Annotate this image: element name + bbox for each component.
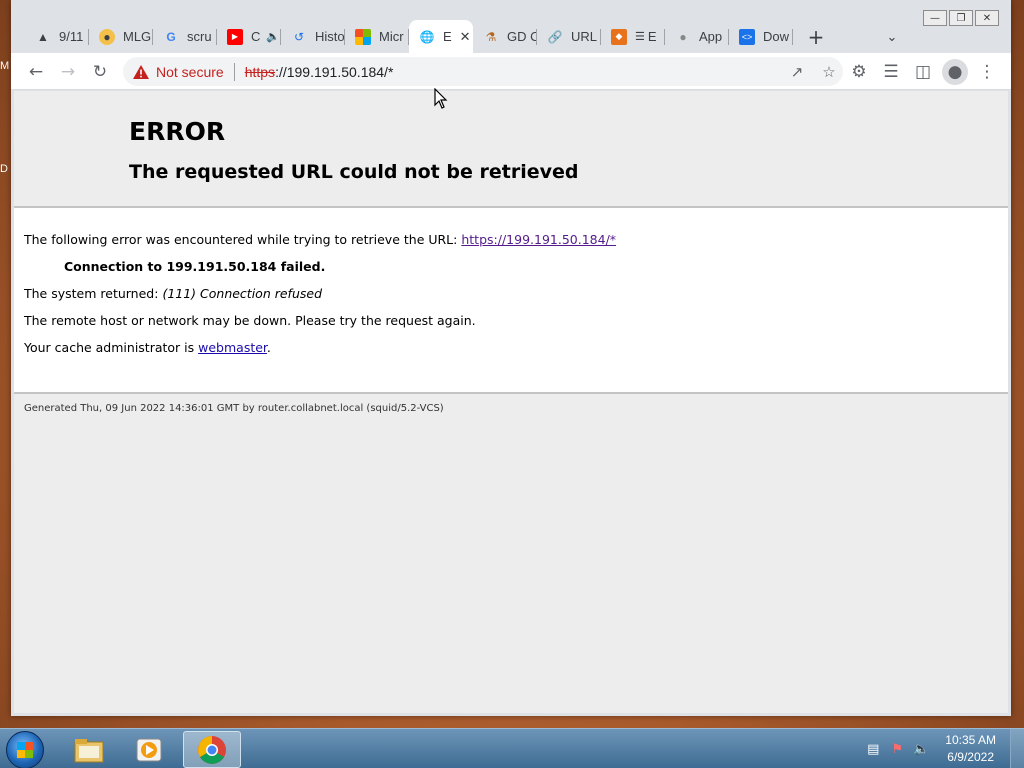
tab-mlg[interactable]: ● MLG: [89, 20, 153, 53]
side-panel-icon[interactable]: ◫: [910, 59, 936, 85]
tab-google[interactable]: G scru: [153, 20, 217, 53]
cache-admin-line: Your cache administrator is webmaster.: [24, 340, 271, 355]
action-center-icon[interactable]: ⚑: [888, 740, 906, 758]
show-desktop-button[interactable]: [1010, 729, 1024, 768]
system-tray: ▤ ⚑ 🔈 10:35 AM 6/9/2022: [861, 729, 1024, 768]
volume-icon[interactable]: 🔈: [912, 740, 930, 758]
error-banner: ERROR The requested URL could not be ret…: [14, 91, 1008, 208]
tab-microsoft[interactable]: Micr: [345, 20, 409, 53]
tab-label: scru: [187, 29, 212, 44]
chrome-icon[interactable]: [183, 731, 241, 768]
microsoft-icon: [355, 28, 371, 45]
youtube-icon: ▶: [227, 28, 243, 45]
tab-label: GD C: [507, 29, 537, 44]
tab-label: App: [699, 29, 723, 44]
tab-label: URL: [571, 29, 598, 44]
cache-admin-suffix: .: [266, 340, 271, 355]
tab-label: MLG: [123, 29, 152, 44]
system-returned-line: The system returned: (111) Connection re…: [24, 286, 322, 301]
url-divider: [233, 62, 235, 81]
tab-apple[interactable]: ● App: [665, 20, 729, 53]
page-footer: Generated Thu, 09 Jun 2022 14:36:01 GMT …: [14, 392, 1008, 713]
tab-label: C: [251, 29, 261, 44]
tab-label: Dow: [763, 29, 790, 44]
tab-downloads[interactable]: <> Dow: [729, 20, 793, 53]
webmaster-link[interactable]: webmaster: [198, 340, 267, 355]
tab-label: 9/11: [59, 29, 84, 44]
tab-label: E: [647, 29, 657, 44]
forward-icon[interactable]: →: [55, 59, 81, 85]
clock[interactable]: 10:35 AM 6/9/2022: [945, 732, 996, 766]
clock-time: 10:35 AM: [945, 733, 996, 747]
link-icon: 🔗: [547, 29, 563, 44]
connection-failed-text: Connection to 199.191.50.184 failed.: [64, 259, 326, 274]
address-bar[interactable]: Not secure https://199.191.50.184/* ↗ ☆: [123, 57, 843, 86]
clock-date: 6/9/2022: [947, 750, 994, 764]
tab-label: Micr: [379, 29, 404, 44]
start-button[interactable]: [6, 731, 44, 768]
requested-url-link[interactable]: https://199.191.50.184/*: [461, 232, 616, 247]
tab-9-11[interactable]: ▲ 9/11: [25, 20, 89, 53]
error-line-url-text: The following error was encountered whil…: [24, 232, 458, 247]
taskbar: ▤ ⚑ 🔈 10:35 AM 6/9/2022: [0, 728, 1024, 768]
new-tab-icon[interactable]: +: [803, 24, 829, 50]
share-icon[interactable]: ↗: [787, 62, 807, 82]
toolbar: ← → ↻ Not secure https://199.191.50.184/…: [11, 53, 1011, 90]
close-tab-icon[interactable]: ✕: [460, 29, 471, 45]
tab-gd[interactable]: ⚗ GD C: [473, 20, 537, 53]
tab-history[interactable]: ↺ Histo: [281, 20, 345, 53]
footer-text: Generated Thu, 09 Jun 2022 14:36:01 GMT …: [24, 403, 444, 414]
apple-icon: ●: [679, 29, 687, 44]
url-host: ://199.191.50.184/*: [275, 63, 394, 80]
badge-icon: ◆: [611, 28, 627, 45]
speaker-icon[interactable]: 🔈: [266, 30, 280, 43]
page-subtitle: The requested URL could not be retrieved: [129, 161, 579, 183]
page-title: ERROR: [129, 117, 226, 146]
profile-avatar-icon[interactable]: ●: [942, 59, 968, 85]
tower-icon: ▲: [37, 29, 49, 44]
cache-admin-label: Your cache administrator is: [24, 340, 195, 355]
page-content: ERROR The requested URL could not be ret…: [14, 91, 1008, 713]
google-icon: G: [166, 29, 176, 44]
browser-window: — ❐ ✕ ▲ 9/11 ● MLG G scru ▶ C 🔈 ↺ Histo …: [11, 0, 1011, 716]
url-scheme: https: [244, 63, 276, 80]
network-icon[interactable]: ▤: [864, 740, 882, 758]
warning-icon[interactable]: [133, 64, 149, 79]
chevron-down-icon[interactable]: ⌄: [881, 26, 903, 48]
menu-kebab-icon[interactable]: ⋮: [974, 59, 1000, 85]
security-status[interactable]: Not secure: [156, 64, 224, 80]
doge-icon: ●: [99, 28, 115, 45]
system-returned-label: The system returned:: [24, 286, 159, 301]
tab-strip: ▲ 9/11 ● MLG G scru ▶ C 🔈 ↺ Histo Micr 🌐…: [11, 20, 1011, 53]
back-icon[interactable]: ←: [23, 59, 49, 85]
history-icon: ↺: [293, 29, 305, 44]
tab-label: Histo: [315, 29, 345, 44]
tab-url[interactable]: 🔗 URL: [537, 20, 601, 53]
system-returned-code: (111) Connection refused: [162, 286, 323, 301]
file-explorer-icon[interactable]: [60, 731, 118, 768]
flask-icon: ⚗: [485, 29, 497, 44]
remote-host-text: The remote host or network may be down. …: [24, 313, 476, 328]
tab-badge[interactable]: ◆ ☰ E: [601, 20, 665, 53]
mouse-cursor-icon: [434, 88, 448, 109]
extensions-icon[interactable]: ⚙: [846, 59, 872, 85]
code-icon: <>: [739, 28, 755, 45]
tab-youtube[interactable]: ▶ C 🔈: [217, 20, 281, 53]
globe-icon: 🌐: [419, 29, 435, 44]
error-line-url: The following error was encountered whil…: [24, 232, 616, 247]
tab-error-active[interactable]: 🌐 E ✕: [409, 20, 473, 53]
media-player-icon[interactable]: [120, 731, 178, 768]
tab-label: E: [443, 29, 452, 44]
reload-icon[interactable]: ↻: [87, 59, 113, 85]
list-icon: ☰: [635, 31, 645, 43]
media-queue-icon[interactable]: ☰: [878, 59, 904, 85]
bookmark-star-icon[interactable]: ☆: [819, 62, 839, 82]
